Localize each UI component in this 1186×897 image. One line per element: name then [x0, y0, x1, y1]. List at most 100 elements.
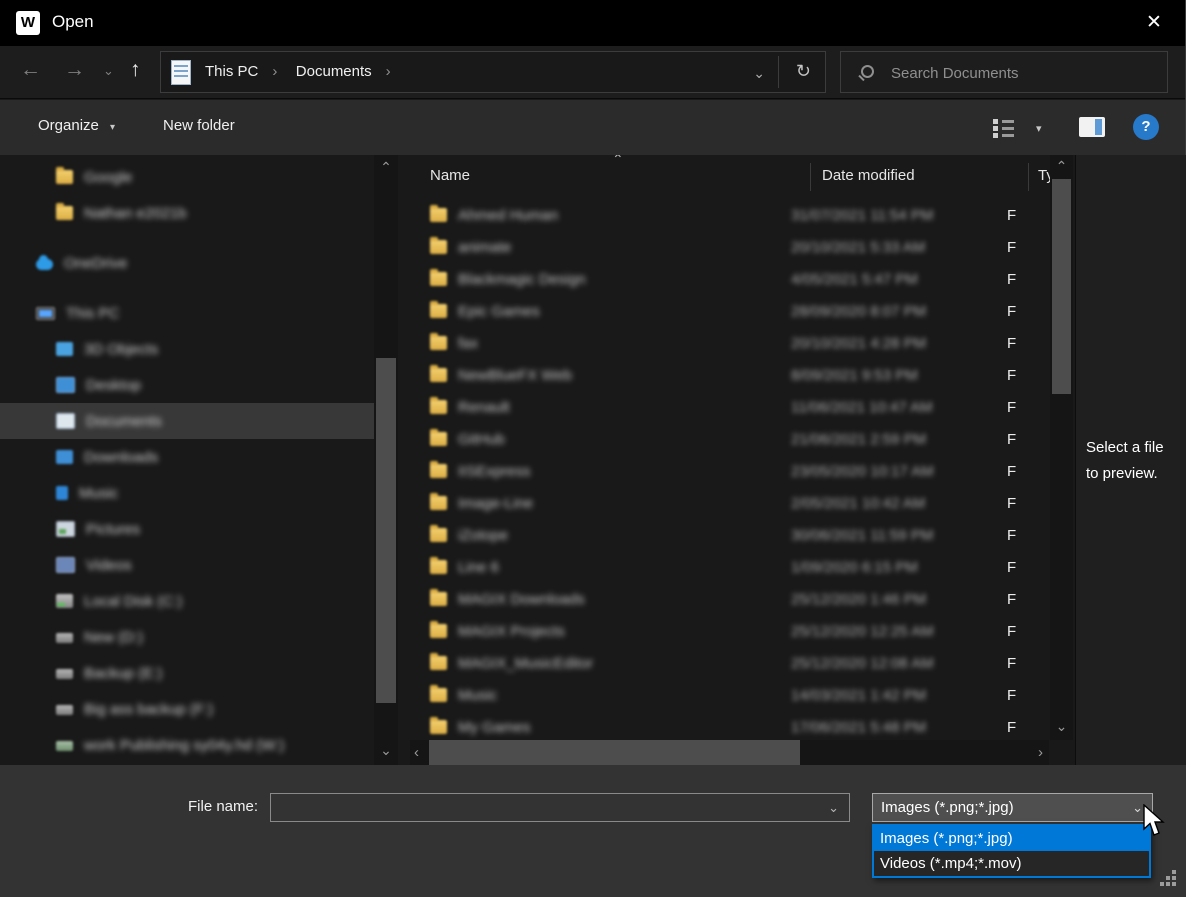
organize-button[interactable]: Organize ▾ [38, 117, 115, 134]
column-header-date-modified[interactable]: Date modified [822, 167, 915, 184]
file-name-combobox[interactable]: ⌄ [270, 793, 850, 822]
table-row[interactable]: My Games 17/06/2021 5:48 PM F [410, 711, 1050, 740]
file-type: F [1007, 399, 1016, 416]
scroll-down-icon[interactable]: ⌄ [1050, 718, 1073, 735]
breadcrumb-segment[interactable]: Documents [296, 63, 391, 80]
table-row[interactable]: Ahmed Human 31/07/2021 11:54 PM F [410, 199, 1050, 231]
scroll-up-icon[interactable]: ⌃ [1050, 158, 1073, 175]
sidebar-item[interactable]: 3D Objects [0, 331, 374, 367]
table-row[interactable]: Renault 11/06/2021 10:47 AM F [410, 391, 1050, 423]
new-folder-button[interactable]: New folder [163, 117, 235, 134]
address-dropdown-chevron-icon[interactable]: ⌄ [753, 65, 765, 82]
view-caret-icon[interactable]: ▾ [1036, 122, 1042, 135]
preview-pane: Select a file to preview. [1075, 155, 1186, 765]
scroll-right-icon[interactable]: › [1038, 744, 1043, 761]
file-date-modified: 2/05/2021 10:42 AM [791, 495, 1007, 512]
sidebar-item[interactable]: Videos [0, 547, 374, 583]
column-divider[interactable] [1028, 163, 1029, 191]
search-input[interactable] [889, 52, 1163, 94]
sidebar-scrollbar[interactable]: ⌃ ⌄ [374, 155, 398, 765]
horizontal-scrollbar-thumb[interactable] [429, 740, 800, 765]
file-name-chevron-icon[interactable]: ⌄ [828, 800, 839, 816]
sidebar-item-label: Google [84, 169, 132, 186]
horizontal-scrollbar[interactable]: ‹ › [410, 740, 1049, 765]
sidebar-item[interactable]: This PC [0, 295, 374, 331]
address-bar[interactable]: This PC Documents ⌄ ↻ [160, 51, 826, 93]
file-type-selected-label: Images (*.png;*.jpg) [881, 799, 1014, 816]
table-row[interactable]: IISExpress 23/05/2020 10:17 AM F [410, 455, 1050, 487]
scroll-left-icon[interactable]: ‹ [414, 744, 419, 761]
refresh-icon[interactable]: ↻ [796, 61, 811, 82]
disk-icon [56, 705, 73, 715]
column-header-row: ⌃ Name Date modified Ty [410, 155, 1050, 197]
change-view-icon[interactable] [993, 118, 1015, 137]
help-icon[interactable]: ? [1133, 114, 1159, 140]
up-icon[interactable]: ↑ [130, 58, 141, 82]
sidebar-scrollbar-thumb[interactable] [376, 358, 396, 703]
table-row[interactable]: MAGIX Projects 25/12/2020 12:25 AM F [410, 615, 1050, 647]
document-location-icon [171, 60, 191, 85]
column-divider[interactable] [810, 163, 811, 191]
file-type: F [1007, 623, 1016, 640]
scroll-up-icon[interactable]: ⌃ [374, 159, 398, 176]
table-row[interactable]: Line 6 1/09/2020 6:15 PM F [410, 551, 1050, 583]
sidebar-item[interactable]: New (D:) [0, 619, 374, 655]
open-dialog: W Open ✕ ← → ⌄ ↑ This PC Documents ⌄ ↻ [0, 0, 1186, 897]
sidebar-item[interactable]: Music [0, 475, 374, 511]
scroll-down-icon[interactable]: ⌄ [374, 742, 398, 759]
table-row[interactable]: animate 20/10/2021 5:33 AM F [410, 231, 1050, 263]
table-row[interactable]: iZotope 30/06/2021 11:59 PM F [410, 519, 1050, 551]
sidebar-item-label: Pictures [86, 521, 140, 538]
search-box[interactable] [840, 51, 1168, 93]
column-header-name[interactable]: Name [430, 167, 470, 184]
column-header-type[interactable]: Ty [1038, 167, 1050, 184]
sidebar-item[interactable]: Pictures [0, 511, 374, 547]
sidebar-item[interactable]: Desktop [0, 367, 374, 403]
table-row[interactable]: Epic Games 28/09/2020 8:07 PM F [410, 295, 1050, 327]
table-row[interactable]: Music 14/03/2021 1:42 PM F [410, 679, 1050, 711]
table-row[interactable]: fax 20/10/2021 4:28 PM F [410, 327, 1050, 359]
sidebar-item[interactable]: Backup (E:) [0, 655, 374, 691]
table-row[interactable]: GitHub 21/06/2021 2:59 PM F [410, 423, 1050, 455]
table-row[interactable]: Blackmagic Design 4/05/2021 5:47 PM F [410, 263, 1050, 295]
file-name: NewBlueFX Web [458, 367, 791, 384]
file-type-option[interactable]: Images (*.png;*.jpg) [874, 826, 1149, 851]
file-type-option[interactable]: Videos (*.mp4;*.mov) [874, 851, 1149, 876]
folder-icon [430, 720, 447, 734]
sidebar-item-label: Big ass backup (F:) [84, 701, 213, 718]
file-date-modified: 17/06/2021 5:48 PM [791, 719, 1007, 736]
list-vertical-scrollbar[interactable]: ⌃ ⌄ [1050, 155, 1073, 740]
breadcrumb-segment[interactable]: This PC [205, 63, 277, 80]
sidebar-item[interactable]: Big ass backup (F:) [0, 691, 374, 727]
file-name: Music [458, 687, 791, 704]
file-type: F [1007, 527, 1016, 544]
file-date-modified: 21/06/2021 2:59 PM [791, 431, 1007, 448]
table-row[interactable]: MAGIX Downloads 25/12/2020 1:46 PM F [410, 583, 1050, 615]
resize-grip-icon[interactable] [1160, 882, 1164, 886]
close-button[interactable]: ✕ [1139, 8, 1169, 38]
sidebar-item[interactable]: Google [0, 159, 374, 195]
table-row[interactable]: MAGIX_MusicEditor 25/12/2020 12:08 AM F [410, 647, 1050, 679]
folder-icon [430, 240, 447, 254]
recent-locations-chevron-icon[interactable]: ⌄ [103, 63, 114, 79]
disk-icon [56, 633, 73, 643]
file-name-input[interactable] [275, 795, 819, 821]
preview-pane-icon[interactable] [1079, 117, 1105, 137]
back-icon[interactable]: ← [20, 58, 41, 82]
file-type: F [1007, 719, 1016, 736]
table-row[interactable]: NewBlueFX Web 8/09/2021 9:53 PM F [410, 359, 1050, 391]
file-type-dropdown[interactable]: Images (*.png;*.jpg) ⌄ [872, 793, 1153, 822]
file-date-modified: 14/03/2021 1:42 PM [791, 687, 1007, 704]
sidebar-item[interactable]: Nathan e2021b [0, 195, 374, 231]
sidebar-item[interactable]: Local Disk (C:) [0, 583, 374, 619]
vertical-scrollbar-thumb[interactable] [1052, 179, 1071, 394]
table-row[interactable]: Image-Line 2/05/2021 10:42 AM F [410, 487, 1050, 519]
sidebar-item[interactable]: work Publishing sy04y.hd (W:) [0, 727, 374, 763]
organize-label: Organize [38, 117, 99, 134]
forward-icon[interactable]: → [64, 58, 85, 82]
sidebar-item[interactable]: Downloads [0, 439, 374, 475]
sidebar-item[interactable]: OneDrive [0, 245, 374, 281]
sidebar-item[interactable]: Documents [0, 403, 374, 439]
file-name: Line 6 [458, 559, 791, 576]
folder-tree-sidebar: Google Nathan e2021b OneDrive This PC [0, 155, 374, 765]
